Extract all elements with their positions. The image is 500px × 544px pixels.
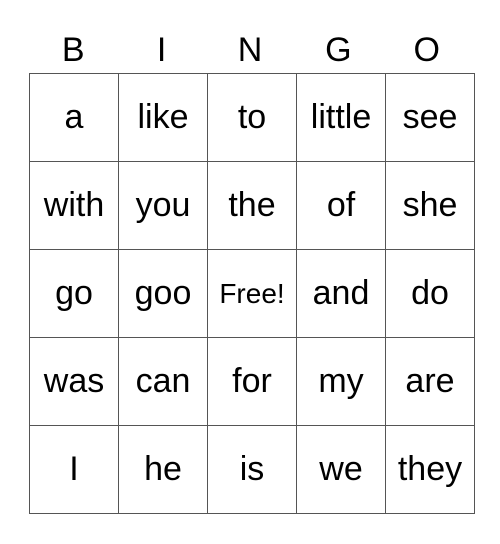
bingo-cell[interactable]: he (118, 425, 208, 514)
bingo-cell[interactable]: is (207, 425, 297, 514)
bingo-cell[interactable]: see (385, 73, 475, 162)
bingo-cell[interactable]: goo (118, 249, 208, 338)
free-space-cell[interactable]: Free! (207, 249, 297, 338)
grid-row: go goo Free! and do (29, 249, 475, 338)
bingo-cell[interactable]: for (207, 337, 297, 426)
grid-row: a like to little see (29, 73, 475, 162)
header-letter: I (156, 31, 167, 69)
bingo-cell[interactable]: of (296, 161, 386, 250)
bingo-cell[interactable]: a (29, 73, 119, 162)
bingo-cell[interactable]: my (296, 337, 386, 426)
bingo-grid: a like to little see with you the of she… (29, 73, 475, 514)
bingo-cell[interactable]: I (29, 425, 119, 514)
header-letter: O (413, 31, 440, 69)
bingo-cell[interactable]: are (385, 337, 475, 426)
bingo-cell[interactable]: the (207, 161, 297, 250)
bingo-cell[interactable]: can (118, 337, 208, 426)
bingo-cell[interactable]: with (29, 161, 119, 250)
bingo-cell[interactable]: she (385, 161, 475, 250)
bingo-cell[interactable]: to (207, 73, 297, 162)
header-letter: B (61, 31, 85, 69)
bingo-cell[interactable]: they (385, 425, 475, 514)
bingo-header: B I N G O (29, 28, 471, 73)
bingo-cell[interactable]: we (296, 425, 386, 514)
bingo-cell[interactable]: like (118, 73, 208, 162)
grid-row: was can for my are (29, 337, 475, 426)
bingo-cell[interactable]: do (385, 249, 475, 338)
bingo-cell[interactable]: little (296, 73, 386, 162)
bingo-cell[interactable]: was (29, 337, 119, 426)
header-letter: G (325, 31, 352, 69)
header-letter: N (237, 31, 263, 69)
bingo-cell[interactable]: and (296, 249, 386, 338)
grid-row: I he is we they (29, 425, 475, 514)
grid-row: with you the of she (29, 161, 475, 250)
bingo-cell[interactable]: you (118, 161, 208, 250)
bingo-cell[interactable]: go (29, 249, 119, 338)
